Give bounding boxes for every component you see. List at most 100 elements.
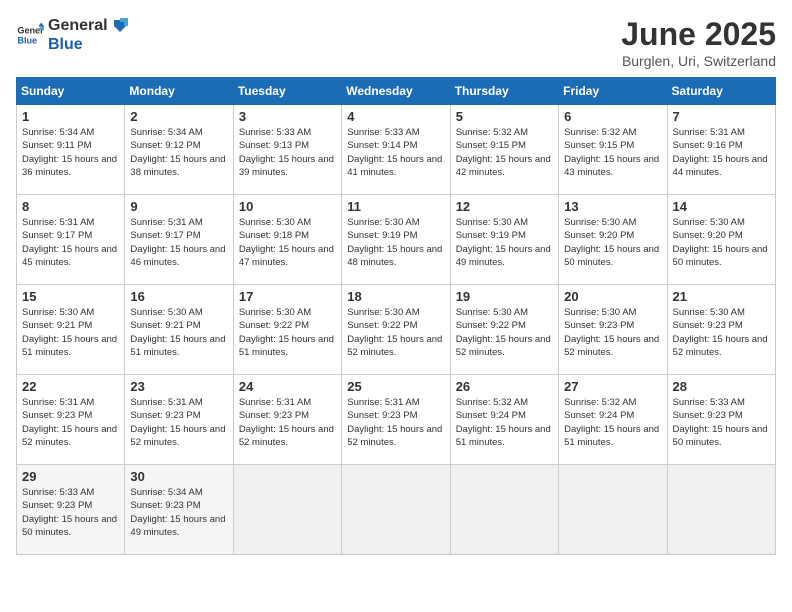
day-info: Sunrise: 5:30 AMSunset: 9:21 PMDaylight:… (130, 306, 227, 359)
day-info: Sunrise: 5:31 AMSunset: 9:23 PMDaylight:… (347, 396, 444, 449)
day-info: Sunrise: 5:30 AMSunset: 9:20 PMDaylight:… (564, 216, 661, 269)
calendar-cell: 25 Sunrise: 5:31 AMSunset: 9:23 PMDayligh… (342, 375, 450, 465)
calendar-week-2: 8 Sunrise: 5:31 AMSunset: 9:17 PMDaylight… (17, 195, 776, 285)
day-number: 20 (564, 289, 661, 304)
day-number: 23 (130, 379, 227, 394)
day-number: 26 (456, 379, 553, 394)
day-info: Sunrise: 5:31 AMSunset: 9:17 PMDaylight:… (22, 216, 119, 269)
day-info: Sunrise: 5:32 AMSunset: 9:24 PMDaylight:… (456, 396, 553, 449)
day-info: Sunrise: 5:33 AMSunset: 9:23 PMDaylight:… (22, 486, 119, 539)
day-info: Sunrise: 5:30 AMSunset: 9:23 PMDaylight:… (673, 306, 770, 359)
calendar-subtitle: Burglen, Uri, Switzerland (621, 53, 776, 69)
day-info: Sunrise: 5:31 AMSunset: 9:23 PMDaylight:… (130, 396, 227, 449)
calendar-cell: 15 Sunrise: 5:30 AMSunset: 9:21 PMDayligh… (17, 285, 125, 375)
day-number: 7 (673, 109, 770, 124)
calendar-cell: 21 Sunrise: 5:30 AMSunset: 9:23 PMDayligh… (667, 285, 775, 375)
calendar-week-4: 22 Sunrise: 5:31 AMSunset: 9:23 PMDayligh… (17, 375, 776, 465)
day-number: 19 (456, 289, 553, 304)
day-info: Sunrise: 5:31 AMSunset: 9:23 PMDaylight:… (22, 396, 119, 449)
day-number: 14 (673, 199, 770, 214)
day-number: 29 (22, 469, 119, 484)
calendar-cell: 16 Sunrise: 5:30 AMSunset: 9:21 PMDayligh… (125, 285, 233, 375)
day-info: Sunrise: 5:33 AMSunset: 9:14 PMDaylight:… (347, 126, 444, 179)
logo-general: General (48, 17, 108, 35)
day-number: 17 (239, 289, 336, 304)
day-info: Sunrise: 5:34 AMSunset: 9:23 PMDaylight:… (130, 486, 227, 539)
day-info: Sunrise: 5:30 AMSunset: 9:19 PMDaylight:… (456, 216, 553, 269)
day-info: Sunrise: 5:31 AMSunset: 9:17 PMDaylight:… (130, 216, 227, 269)
day-info: Sunrise: 5:33 AMSunset: 9:13 PMDaylight:… (239, 126, 336, 179)
day-number: 24 (239, 379, 336, 394)
day-info: Sunrise: 5:32 AMSunset: 9:15 PMDaylight:… (564, 126, 661, 179)
calendar-cell: 24 Sunrise: 5:31 AMSunset: 9:23 PMDayligh… (233, 375, 341, 465)
calendar-cell: 22 Sunrise: 5:31 AMSunset: 9:23 PMDayligh… (17, 375, 125, 465)
header-thursday: Thursday (450, 78, 558, 105)
calendar-cell: 5 Sunrise: 5:32 AMSunset: 9:15 PMDaylight… (450, 105, 558, 195)
logo-icon: General Blue (16, 21, 44, 49)
day-number: 16 (130, 289, 227, 304)
day-info: Sunrise: 5:32 AMSunset: 9:15 PMDaylight:… (456, 126, 553, 179)
calendar-cell: 13 Sunrise: 5:30 AMSunset: 9:20 PMDayligh… (559, 195, 667, 285)
calendar-cell: 17Sunrise: 5:30 AMSunset: 9:22 PMDayligh… (233, 285, 341, 375)
day-info: Sunrise: 5:31 AMSunset: 9:23 PMDaylight:… (239, 396, 336, 449)
calendar-cell: 20 Sunrise: 5:30 AMSunset: 9:23 PMDayligh… (559, 285, 667, 375)
calendar-title: June 2025 (621, 16, 776, 53)
day-number: 21 (673, 289, 770, 304)
calendar-table: SundayMondayTuesdayWednesdayThursdayFrid… (16, 77, 776, 555)
header: General Blue General Blue June 2025 Burg… (16, 16, 776, 69)
calendar-cell: 1Sunrise: 5:34 AMSunset: 9:11 PMDaylight… (17, 105, 125, 195)
calendar-week-1: 1Sunrise: 5:34 AMSunset: 9:11 PMDaylight… (17, 105, 776, 195)
day-number: 27 (564, 379, 661, 394)
calendar-cell: 29 Sunrise: 5:33 AMSunset: 9:23 PMDayligh… (17, 465, 125, 555)
calendar-cell (233, 465, 341, 555)
header-saturday: Saturday (667, 78, 775, 105)
day-info: Sunrise: 5:30 AMSunset: 9:22 PMDaylight:… (347, 306, 444, 359)
calendar-cell (667, 465, 775, 555)
logo: General Blue General Blue (16, 16, 130, 54)
day-number: 3 (239, 109, 336, 124)
day-number: 28 (673, 379, 770, 394)
day-info: Sunrise: 5:34 AMSunset: 9:11 PMDaylight:… (22, 126, 119, 179)
calendar-cell: 26 Sunrise: 5:32 AMSunset: 9:24 PMDayligh… (450, 375, 558, 465)
day-info: Sunrise: 5:30 AMSunset: 9:21 PMDaylight:… (22, 306, 119, 359)
day-number: 5 (456, 109, 553, 124)
day-number: 22 (22, 379, 119, 394)
calendar-cell (342, 465, 450, 555)
svg-text:General: General (17, 26, 44, 36)
day-number: 6 (564, 109, 661, 124)
day-number: 13 (564, 199, 661, 214)
calendar-cell: 9Sunrise: 5:31 AMSunset: 9:17 PMDaylight… (125, 195, 233, 285)
calendar-week-3: 15 Sunrise: 5:30 AMSunset: 9:21 PMDayligh… (17, 285, 776, 375)
calendar-cell: 23 Sunrise: 5:31 AMSunset: 9:23 PMDayligh… (125, 375, 233, 465)
title-area: June 2025 Burglen, Uri, Switzerland (621, 16, 776, 69)
calendar-cell: 10Sunrise: 5:30 AMSunset: 9:18 PMDayligh… (233, 195, 341, 285)
day-info: Sunrise: 5:32 AMSunset: 9:24 PMDaylight:… (564, 396, 661, 449)
day-info: Sunrise: 5:30 AMSunset: 9:20 PMDaylight:… (673, 216, 770, 269)
calendar-cell: 11Sunrise: 5:30 AMSunset: 9:19 PMDayligh… (342, 195, 450, 285)
header-friday: Friday (559, 78, 667, 105)
calendar-cell: 3 Sunrise: 5:33 AMSunset: 9:13 PMDaylight… (233, 105, 341, 195)
day-number: 8 (22, 199, 119, 214)
calendar-cell: 28 Sunrise: 5:33 AMSunset: 9:23 PMDayligh… (667, 375, 775, 465)
day-info: Sunrise: 5:31 AMSunset: 9:16 PMDaylight:… (673, 126, 770, 179)
calendar-cell: 18 Sunrise: 5:30 AMSunset: 9:22 PMDayligh… (342, 285, 450, 375)
calendar-cell: 12 Sunrise: 5:30 AMSunset: 9:19 PMDayligh… (450, 195, 558, 285)
calendar-cell: 19 Sunrise: 5:30 AMSunset: 9:22 PMDayligh… (450, 285, 558, 375)
day-info: Sunrise: 5:34 AMSunset: 9:12 PMDaylight:… (130, 126, 227, 179)
day-number: 2 (130, 109, 227, 124)
day-number: 15 (22, 289, 119, 304)
day-info: Sunrise: 5:33 AMSunset: 9:23 PMDaylight:… (673, 396, 770, 449)
day-number: 12 (456, 199, 553, 214)
header-monday: Monday (125, 78, 233, 105)
logo-blue: Blue (48, 36, 83, 53)
day-number: 25 (347, 379, 444, 394)
calendar-cell: 14 Sunrise: 5:30 AMSunset: 9:20 PMDayligh… (667, 195, 775, 285)
calendar-week-5: 29 Sunrise: 5:33 AMSunset: 9:23 PMDayligh… (17, 465, 776, 555)
day-number: 18 (347, 289, 444, 304)
header-wednesday: Wednesday (342, 78, 450, 105)
day-info: Sunrise: 5:30 AMSunset: 9:23 PMDaylight:… (564, 306, 661, 359)
calendar-header-row: SundayMondayTuesdayWednesdayThursdayFrid… (17, 78, 776, 105)
calendar-cell: 7 Sunrise: 5:31 AMSunset: 9:16 PMDaylight… (667, 105, 775, 195)
calendar-cell: 8 Sunrise: 5:31 AMSunset: 9:17 PMDaylight… (17, 195, 125, 285)
day-info: Sunrise: 5:30 AMSunset: 9:22 PMDaylight:… (456, 306, 553, 359)
